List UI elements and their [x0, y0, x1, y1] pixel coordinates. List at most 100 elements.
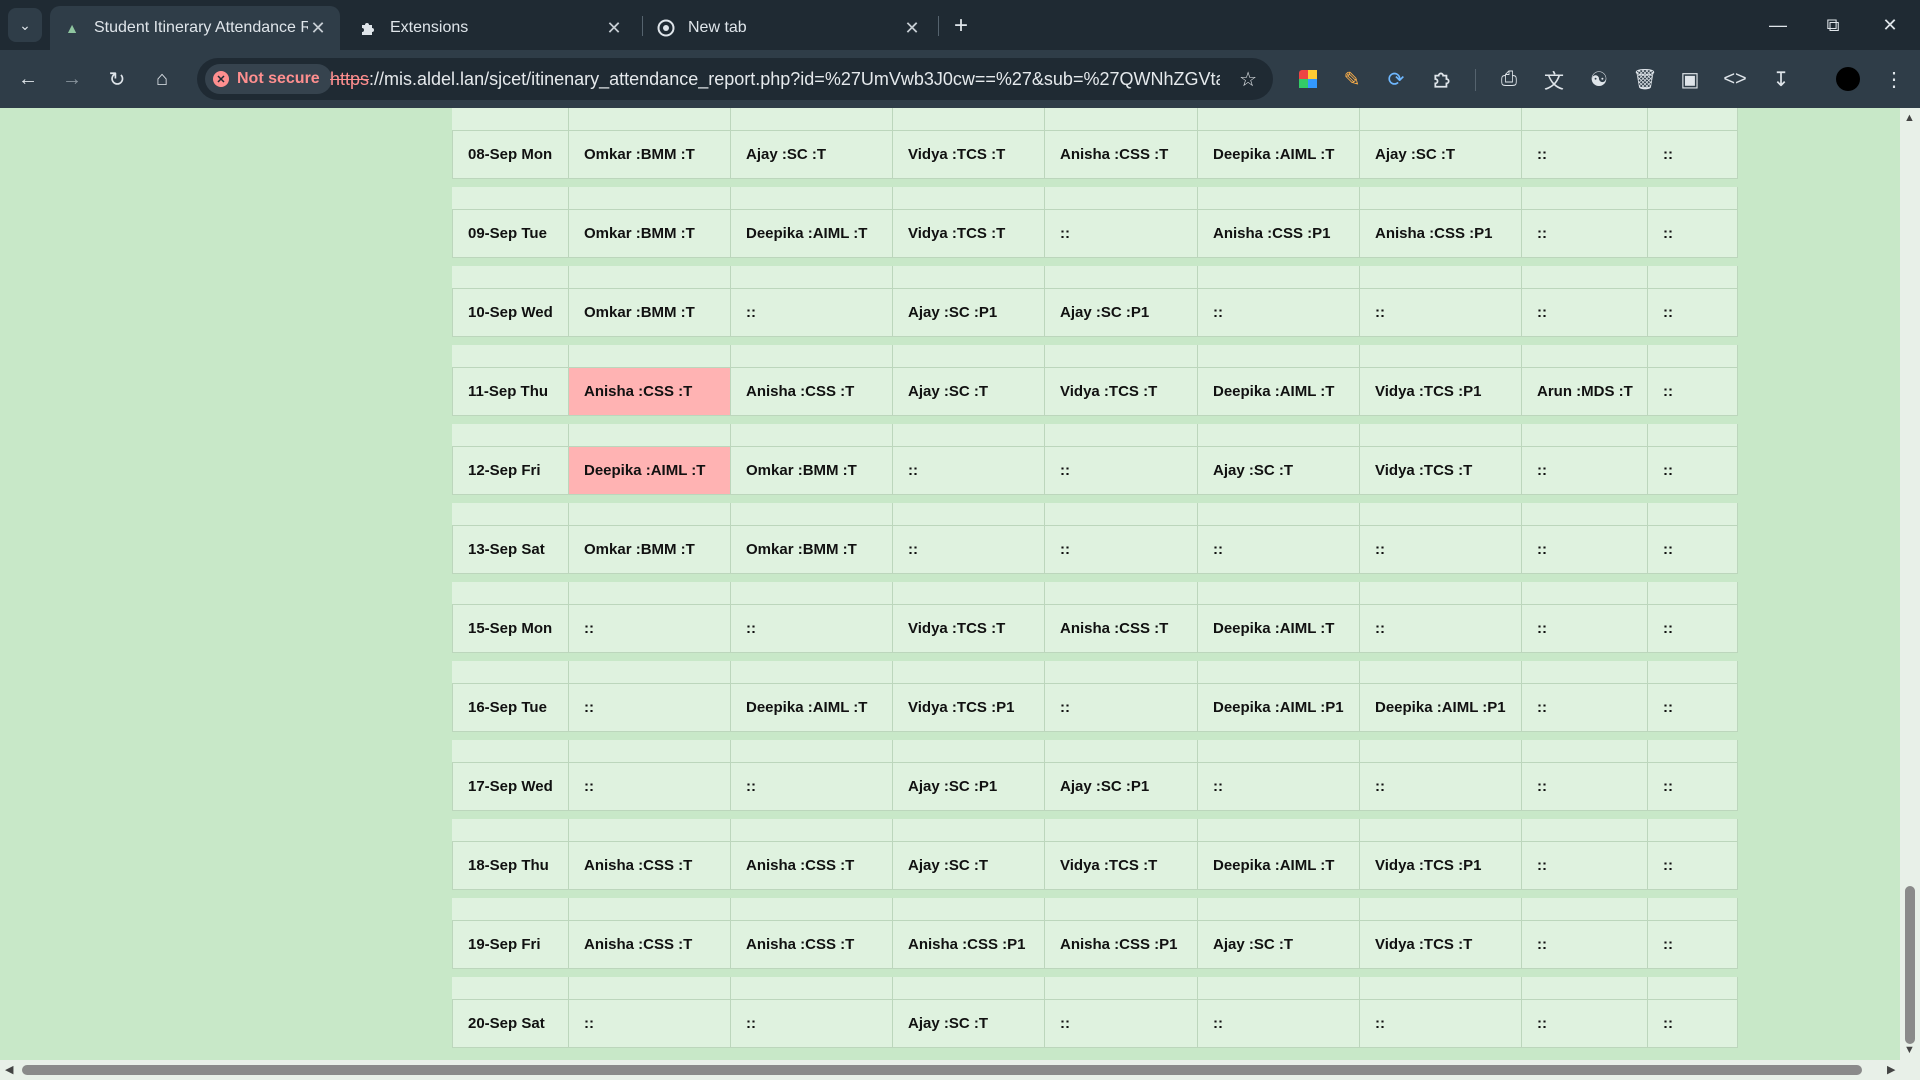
period-cell: :: — [1360, 605, 1522, 652]
scroll-right-arrow-icon[interactable]: ▶ — [1887, 1063, 1895, 1076]
code-icon[interactable]: <> — [1719, 63, 1751, 95]
sync-extension-icon[interactable]: ⟳ — [1380, 63, 1412, 95]
row-content: 18-Sep Thu Anisha :CSS :T Anisha :CSS :T Aj… — [452, 841, 1738, 890]
scroll-left-arrow-icon[interactable]: ◀ — [5, 1063, 13, 1076]
new-tab-plus-icon[interactable]: + — [947, 12, 975, 40]
forward-arrow-icon[interactable]: → — [56, 63, 88, 95]
minimize-icon[interactable]: — — [1758, 10, 1798, 40]
home-icon[interactable]: ⌂ — [146, 63, 178, 95]
spacer-cell — [1648, 582, 1738, 604]
url-rest: ://mis.aldel.lan/sjcet/itinenary_attenda… — [369, 69, 1220, 89]
spacer-cell — [569, 898, 731, 920]
table-row: 19-Sep Fri Anisha :CSS :T Anisha :CSS :T An… — [452, 898, 1738, 977]
period-cell: :: — [1522, 526, 1648, 573]
site-security-chip[interactable]: ✕ Not secure — [205, 64, 332, 94]
period-cell: :: — [1648, 526, 1738, 573]
spacer-cell — [452, 661, 569, 683]
security-label: Not secure — [237, 70, 320, 87]
spacer-cell — [731, 740, 893, 762]
spacer-cell — [1198, 661, 1360, 683]
row-content: 19-Sep Fri Anisha :CSS :T Anisha :CSS :T An… — [452, 920, 1738, 969]
table-row: 08-Sep Mon Omkar :BMM :T Ajay :SC :T Vidya … — [452, 108, 1738, 187]
close-tab-icon[interactable]: ✕ — [902, 18, 922, 39]
bookmark-star-icon[interactable]: ☆ — [1239, 67, 1257, 92]
spacer-cell — [1045, 108, 1198, 130]
highlighter-extension-icon[interactable]: ✎ — [1336, 63, 1368, 95]
horizontal-scrollbar[interactable]: ◀ ▶ — [0, 1060, 1920, 1080]
period-cell: :: — [1648, 763, 1738, 810]
period-cell: :: — [1648, 447, 1738, 494]
not-secure-icon: ✕ — [213, 71, 229, 87]
period-cell: Anisha :CSS :T — [731, 842, 893, 889]
period-cell: :: — [731, 289, 893, 336]
period-cell: :: — [1045, 684, 1198, 731]
spacer-cell — [1360, 582, 1522, 604]
more-menu-icon[interactable]: ⋮ — [1878, 63, 1910, 95]
spacer-cell — [1522, 582, 1648, 604]
period-cell: Vidya :TCS :P1 — [893, 684, 1045, 731]
period-cell: Vidya :TCS :T — [1045, 368, 1198, 415]
scroll-up-arrow-icon[interactable]: ▲ — [1904, 112, 1915, 124]
period-cell: Ajay :SC :P1 — [1045, 763, 1198, 810]
period-cell: Ajay :SC :T — [731, 131, 893, 178]
back-arrow-icon[interactable]: ← — [12, 63, 44, 95]
tab-search-chevron-icon[interactable]: ⌄ — [8, 8, 42, 42]
attendance-report-table: 08-Sep Mon Omkar :BMM :T Ajay :SC :T Vidya … — [452, 108, 1738, 1056]
translate-icon[interactable]: 文 — [1538, 63, 1570, 95]
spacer-cell — [1045, 819, 1198, 841]
close-tab-icon[interactable]: ✕ — [604, 18, 624, 39]
row-content: 11-Sep Thu Anisha :CSS :T Anisha :CSS :T Aj… — [452, 367, 1738, 416]
period-cell: Omkar :BMM :T — [569, 210, 731, 257]
restore-icon[interactable]: ⧉ — [1813, 10, 1853, 40]
vertical-scroll-thumb[interactable] — [1905, 886, 1915, 1044]
period-cell: :: — [1522, 1000, 1648, 1047]
download-icon[interactable]: ↧ — [1765, 63, 1797, 95]
close-tab-icon[interactable]: ✕ — [308, 18, 328, 39]
period-cell: Arun :MDS :T — [1522, 368, 1648, 415]
period-cell: :: — [1522, 605, 1648, 652]
spacer-cell — [731, 108, 893, 130]
spacer-cell — [893, 187, 1045, 209]
table-row: 13-Sep Sat Omkar :BMM :T Omkar :BMM :T::::… — [452, 503, 1738, 582]
extensions-puzzle-icon[interactable] — [1426, 63, 1458, 95]
spacer-cell — [1522, 266, 1648, 288]
tab-extensions[interactable]: Extensions ✕ — [346, 6, 636, 50]
tab-student-itinerary[interactable]: ▲ Student Itinerary Attendance Re ✕ — [50, 6, 340, 50]
horizontal-scroll-thumb[interactable] — [22, 1065, 1862, 1075]
spacer-cell — [569, 345, 731, 367]
spacer-cell — [452, 266, 569, 288]
period-cell: Ajay :SC :T — [1198, 921, 1360, 968]
spacer-cell — [1648, 819, 1738, 841]
row-spacer — [452, 977, 1738, 999]
row-spacer — [452, 187, 1738, 209]
scroll-down-arrow-icon[interactable]: ▼ — [1904, 1044, 1915, 1056]
profile-avatar[interactable] — [1836, 67, 1860, 91]
period-cell: Anisha :CSS :T — [569, 842, 731, 889]
reload-icon[interactable]: ↻ — [101, 63, 133, 95]
trash-icon[interactable]: 🗑 — [1629, 63, 1661, 95]
spacer-cell — [1522, 819, 1648, 841]
address-bar[interactable]: ✕ Not secure https://mis.aldel.lan/sjcet… — [197, 58, 1273, 100]
print-icon[interactable]: ⎙ — [1493, 63, 1525, 95]
spacer-cell — [731, 424, 893, 446]
spacer-cell — [1522, 977, 1648, 999]
vertical-scrollbar[interactable]: ▲ ▼ — [1900, 108, 1920, 1060]
spacer-cell — [1045, 977, 1198, 999]
tab-new-tab[interactable]: New tab ✕ — [644, 6, 934, 50]
spacer-cell — [893, 503, 1045, 525]
period-cell: Vidya :TCS :T — [1360, 921, 1522, 968]
spacer-cell — [1648, 898, 1738, 920]
period-cell: :: — [731, 605, 893, 652]
period-cell: :: — [893, 526, 1045, 573]
period-cell: :: — [1045, 447, 1198, 494]
spacer-cell — [1045, 345, 1198, 367]
spacer-cell — [1045, 898, 1198, 920]
screenshot-icon[interactable]: ▣ — [1674, 63, 1706, 95]
incognito-icon[interactable]: ☯ — [1583, 63, 1615, 95]
close-window-icon[interactable]: ✕ — [1870, 10, 1910, 40]
period-cell: Anisha :CSS :T — [731, 921, 893, 968]
period-cell: Deepika :AIML :P1 — [1198, 684, 1360, 731]
tab-separator — [642, 16, 643, 36]
color-picker-extension-icon[interactable] — [1292, 63, 1324, 95]
url-text[interactable]: https://mis.aldel.lan/sjcet/itinenary_at… — [330, 69, 1220, 90]
